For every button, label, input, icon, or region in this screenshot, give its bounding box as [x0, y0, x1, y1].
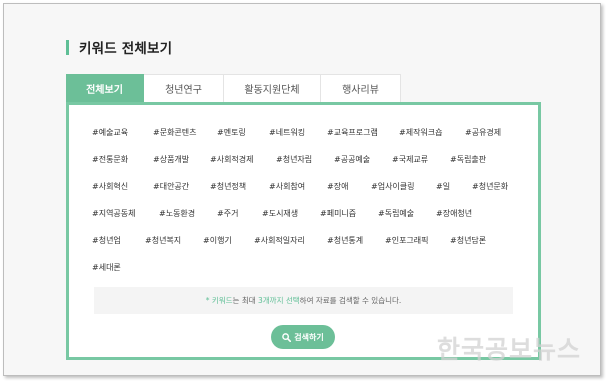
tab-bar: 전체보기 청년연구 활동지원단체 행사리뷰 — [66, 74, 401, 102]
notice-text-suffix: 하여 자료를 검색할 수 있습니다. — [299, 296, 402, 305]
keyword-chip[interactable]: #공공예술 — [334, 154, 370, 165]
keyword-chip[interactable]: #세대론 — [92, 262, 121, 273]
keyword-chip[interactable]: #사회적경제 — [210, 154, 254, 165]
keyword-chip[interactable]: #청년업 — [92, 235, 121, 246]
notice-text: 는 최대 — [232, 296, 259, 305]
keyword-chip[interactable]: #공유경제 — [465, 127, 501, 138]
keyword-panel: #예술교육 #문화콘텐츠 #멘토링 #네트워킹 #교육프로그램 #제작워크숍 #… — [66, 102, 541, 360]
keyword-chip[interactable]: #업사이클링 — [371, 181, 415, 192]
tab-youth-research[interactable]: 청년연구 — [144, 74, 224, 102]
keyword-chip[interactable]: #교육프로그램 — [327, 127, 378, 138]
keyword-chip[interactable]: #장애 — [327, 181, 348, 192]
keyword-row: #지역공동체 #노동환경 #주거 #도시재생 #페미니즘 #독립예술 #장애청년 — [69, 208, 538, 222]
keyword-chip[interactable]: #청년복지 — [145, 235, 181, 246]
title-accent-bar — [66, 39, 69, 55]
keyword-chip[interactable]: #국제교류 — [392, 154, 428, 165]
keyword-row: #전통문화 #상품개발 #사회적경제 #청년자립 #공공예술 #국제교류 #독립… — [69, 154, 538, 168]
keyword-chip[interactable]: #청년자립 — [276, 154, 312, 165]
keyword-chip[interactable]: #사회적일자리 — [254, 235, 305, 246]
notice-keyword-label: * 키워드 — [205, 296, 233, 305]
keyword-chip[interactable]: #사회참여 — [269, 181, 305, 192]
keyword-row: #청년업 #청년복지 #이행기 #사회적일자리 #청년통계 #인포그래픽 #청년… — [69, 235, 538, 249]
keyword-chip[interactable]: #주거 — [217, 208, 238, 219]
keyword-chip[interactable]: #노동환경 — [159, 208, 195, 219]
keyword-chip[interactable]: #지역공동체 — [92, 208, 136, 219]
keyword-chip[interactable]: #제작워크숍 — [399, 127, 443, 138]
keyword-chip[interactable]: #청년통계 — [327, 235, 363, 246]
keyword-notice: * 키워드 는 최대 3개까지 선택 하여 자료를 검색할 수 있습니다. — [94, 287, 513, 314]
keyword-chip[interactable]: #네트워킹 — [269, 127, 305, 138]
keyword-chip[interactable]: #청년정책 — [210, 181, 246, 192]
keyword-chip[interactable]: #독립예술 — [378, 208, 414, 219]
notice-limit-highlight: 3개까지 선택 — [258, 296, 300, 305]
keyword-chip[interactable]: #청년문화 — [472, 181, 508, 192]
keyword-chip[interactable]: #도시재생 — [262, 208, 298, 219]
keyword-chip[interactable]: #문화콘텐츠 — [153, 127, 197, 138]
page-title: 키워드 전체보기 — [79, 41, 173, 57]
keyword-chip[interactable]: #페미니즘 — [320, 208, 356, 219]
keyword-chip[interactable]: #장애청년 — [436, 208, 472, 219]
keyword-chip[interactable]: #멘토링 — [217, 127, 246, 138]
keyword-chip[interactable]: #청년담론 — [450, 235, 486, 246]
keyword-row: #사회혁신 #대안공간 #청년정책 #사회참여 #장애 #업사이클링 #일 #청… — [69, 181, 538, 195]
tab-all[interactable]: 전체보기 — [66, 74, 144, 102]
keyword-row: #예술교육 #문화콘텐츠 #멘토링 #네트워킹 #교육프로그램 #제작워크숍 #… — [69, 127, 538, 141]
keyword-chip[interactable]: #상품개발 — [153, 154, 189, 165]
search-icon — [282, 332, 292, 342]
keyword-row: #세대론 — [69, 262, 538, 276]
keyword-chip[interactable]: #대안공간 — [153, 181, 189, 192]
keyword-chip[interactable]: #예술교육 — [92, 127, 128, 138]
tab-event-review[interactable]: 행사리뷰 — [321, 74, 401, 102]
keyword-chip[interactable]: #독립출판 — [450, 154, 486, 165]
watermark: 한국공보뉴스 — [437, 335, 582, 364]
keyword-chip[interactable]: #전통문화 — [92, 154, 128, 165]
keyword-chip[interactable]: #인포그래픽 — [385, 235, 429, 246]
keyword-chip[interactable]: #사회혁신 — [92, 181, 128, 192]
search-button-label: 검색하기 — [294, 332, 324, 342]
keyword-chip[interactable]: #일 — [436, 181, 450, 192]
keyword-chip[interactable]: #이행기 — [203, 235, 232, 246]
section-header: 키워드 전체보기 — [66, 38, 173, 57]
search-button[interactable]: 검색하기 — [271, 325, 335, 349]
tab-support-organizations[interactable]: 활동지원단체 — [224, 74, 321, 102]
